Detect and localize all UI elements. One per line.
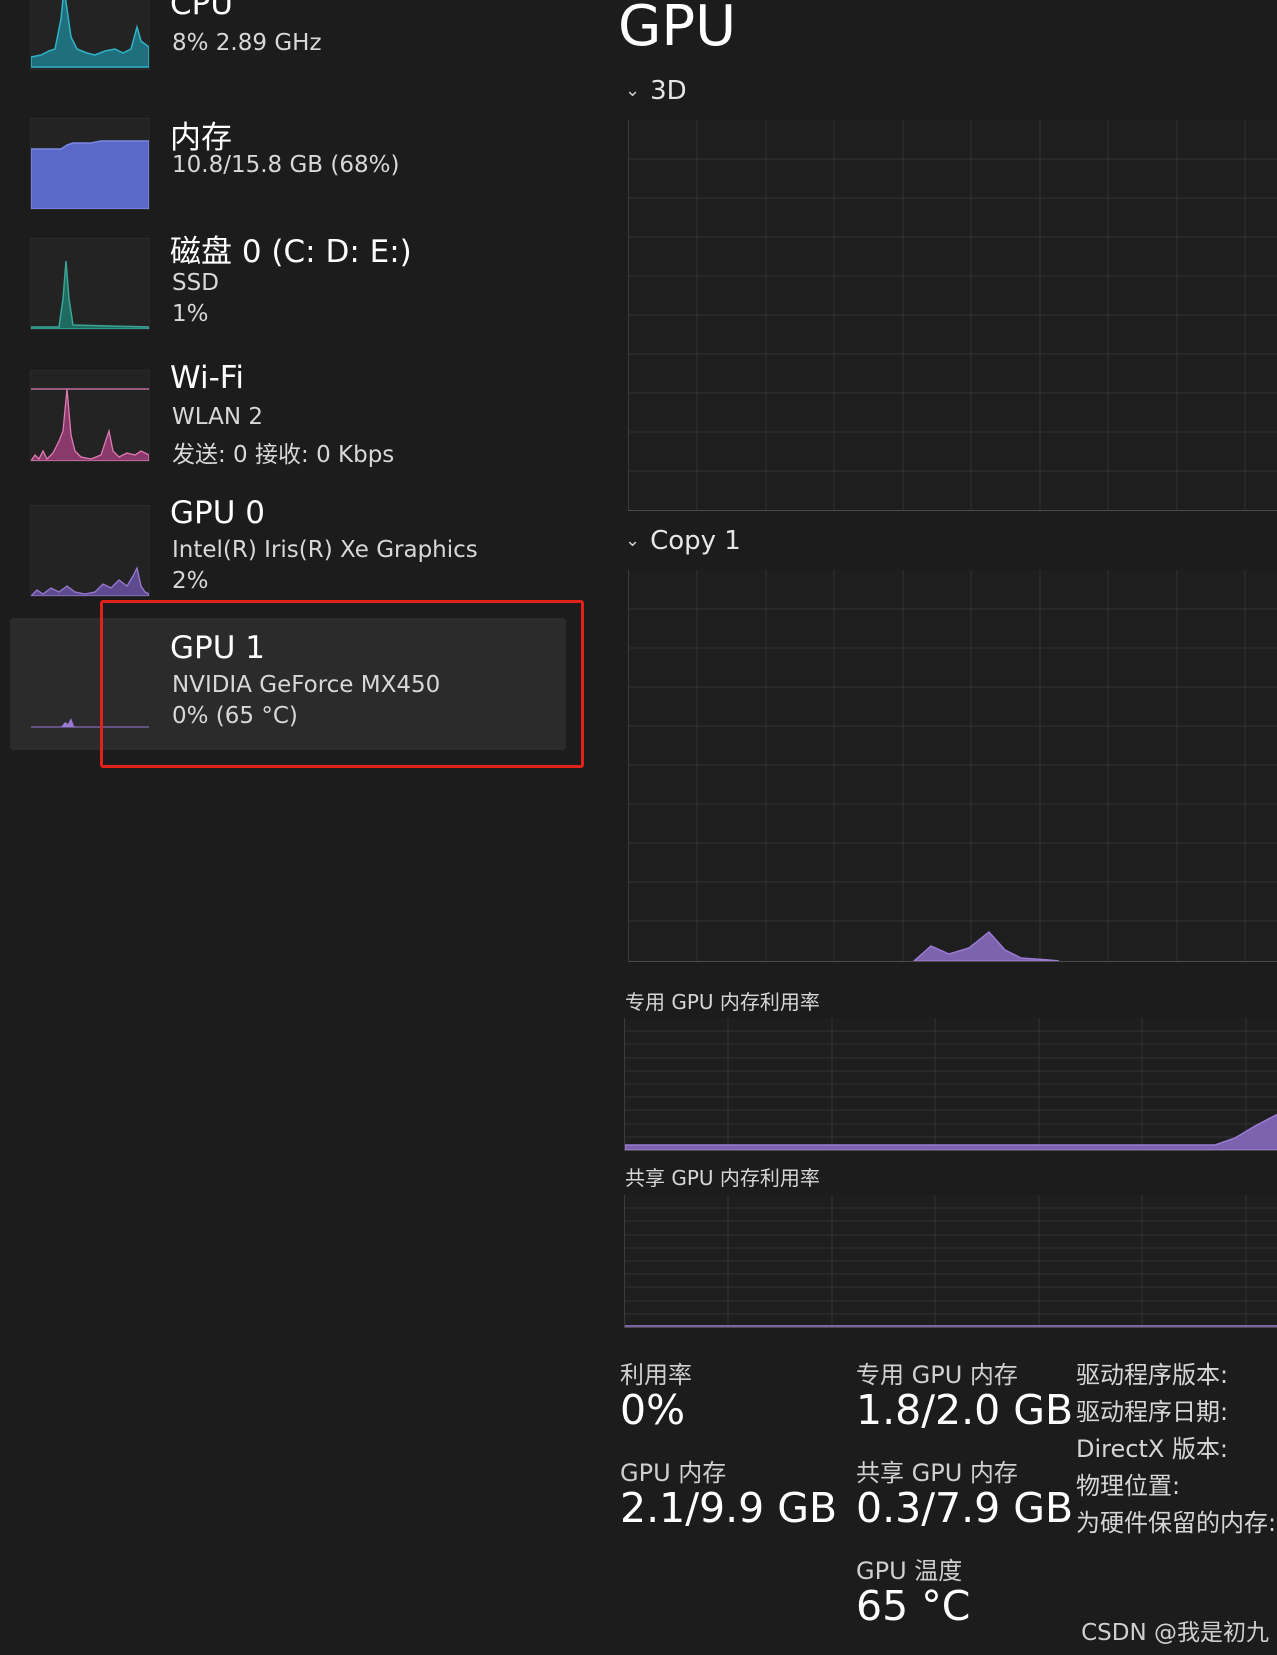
sidebar-item-subtitle: SSD bbox=[172, 270, 219, 296]
gpu-temp-label: GPU 温度 bbox=[856, 1557, 963, 1585]
shared-mem-graph bbox=[624, 1195, 1277, 1328]
sidebar-item-title: 内存 bbox=[170, 120, 232, 156]
sidebar-item-value: 1% bbox=[172, 301, 209, 327]
grid-3d bbox=[629, 120, 1277, 510]
gpu-temp-value: 65 °C bbox=[856, 1582, 971, 1630]
sidebar-item-cpu[interactable]: CPU 8% 2.89 GHz bbox=[10, 0, 566, 78]
section-label: Copy 1 bbox=[650, 526, 741, 556]
sidebar-item-gpu0[interactable]: GPU 0 Intel(R) Iris(R) Xe Graphics 2% bbox=[10, 495, 566, 605]
hardware-reserved-mem-label: 为硬件保留的内存: bbox=[1076, 1509, 1277, 1537]
dedicated-mem-graph-label: 专用 GPU 内存利用率 bbox=[625, 990, 820, 1014]
section-copy1-header[interactable]: ⌄ Copy 1 bbox=[625, 526, 741, 556]
graph-copy1 bbox=[628, 570, 1277, 962]
dedicated-mem-area bbox=[625, 1113, 1277, 1150]
sidebar-item-disk[interactable]: 磁盘 0 (C: D: E:) SSD 1% bbox=[10, 228, 566, 338]
memory-thumbnail-graph bbox=[30, 118, 150, 210]
sidebar-item-subtitle: 10.8/15.8 GB (68%) bbox=[172, 152, 400, 178]
driver-date-label: 驱动程序日期: bbox=[1076, 1398, 1229, 1426]
grid-dedicated-mem bbox=[625, 1018, 1277, 1150]
shared-mem-value: 0.3/7.9 GB bbox=[856, 1484, 1074, 1532]
sidebar-item-title: GPU 1 bbox=[170, 630, 265, 666]
watermark: CSDN @我是初九 bbox=[1081, 1620, 1269, 1646]
sidebar-item-memory[interactable]: 内存 10.8/15.8 GB (68%) bbox=[10, 108, 566, 210]
resource-sidebar: CPU 8% 2.89 GHz 内存 10.8/15.8 GB (68%) 磁盘… bbox=[0, 0, 585, 1655]
gpu1-thumbnail-graph bbox=[30, 637, 150, 729]
grid-copy1 bbox=[629, 570, 1277, 961]
sidebar-item-subtitle: NVIDIA GeForce MX450 bbox=[172, 672, 441, 698]
disk-thumbnail-graph bbox=[30, 238, 150, 330]
utilization-value: 0% bbox=[620, 1386, 686, 1434]
dedicated-mem-graph bbox=[624, 1018, 1277, 1151]
sidebar-item-subtitle: Intel(R) Iris(R) Xe Graphics bbox=[172, 537, 478, 563]
sidebar-item-title: CPU bbox=[170, 0, 234, 22]
cpu-thumbnail-graph bbox=[30, 0, 150, 70]
sidebar-item-value: 2% bbox=[172, 568, 209, 594]
wifi-thumbnail-graph bbox=[30, 370, 150, 462]
copy1-activity-area bbox=[912, 930, 1060, 961]
chevron-down-icon: ⌄ bbox=[625, 80, 641, 101]
gpu-mem-label: GPU 内存 bbox=[620, 1459, 727, 1487]
sidebar-item-value: 发送: 0 接收: 0 Kbps bbox=[172, 442, 395, 468]
sidebar-item-title: GPU 0 bbox=[170, 495, 265, 531]
sidebar-item-subtitle: 8% 2.89 GHz bbox=[172, 30, 322, 56]
section-label: 3D bbox=[650, 76, 687, 106]
shared-mem-graph-label: 共享 GPU 内存利用率 bbox=[625, 1166, 820, 1190]
gpu-mem-value: 2.1/9.9 GB bbox=[620, 1484, 838, 1532]
gpu0-thumbnail-graph bbox=[30, 505, 150, 597]
directx-version-label: DirectX 版本: bbox=[1076, 1435, 1229, 1463]
sidebar-item-value: 0% (65 °C) bbox=[172, 703, 298, 729]
sidebar-item-title: 磁盘 0 (C: D: E:) bbox=[170, 234, 412, 270]
driver-version-label: 驱动程序版本: bbox=[1076, 1361, 1229, 1389]
graph-3d bbox=[628, 120, 1277, 511]
dedicated-mem-value: 1.8/2.0 GB bbox=[856, 1386, 1074, 1434]
utilization-label: 利用率 bbox=[620, 1361, 692, 1389]
section-3d-header[interactable]: ⌄ 3D bbox=[625, 76, 687, 106]
sidebar-item-wifi[interactable]: Wi-Fi WLAN 2 发送: 0 接收: 0 Kbps bbox=[10, 360, 566, 472]
sidebar-item-gpu1[interactable]: GPU 1 NVIDIA GeForce MX450 0% (65 °C) bbox=[10, 618, 566, 750]
grid-shared-mem bbox=[625, 1195, 1277, 1327]
sidebar-item-title: Wi-Fi bbox=[170, 360, 244, 396]
chevron-down-icon: ⌄ bbox=[625, 530, 641, 551]
shared-mem-label: 共享 GPU 内存 bbox=[856, 1459, 1018, 1487]
page-title: GPU bbox=[618, 0, 737, 59]
physical-location-label: 物理位置: bbox=[1076, 1472, 1181, 1500]
sidebar-item-subtitle: WLAN 2 bbox=[172, 404, 263, 430]
dedicated-mem-label: 专用 GPU 内存 bbox=[856, 1361, 1018, 1389]
